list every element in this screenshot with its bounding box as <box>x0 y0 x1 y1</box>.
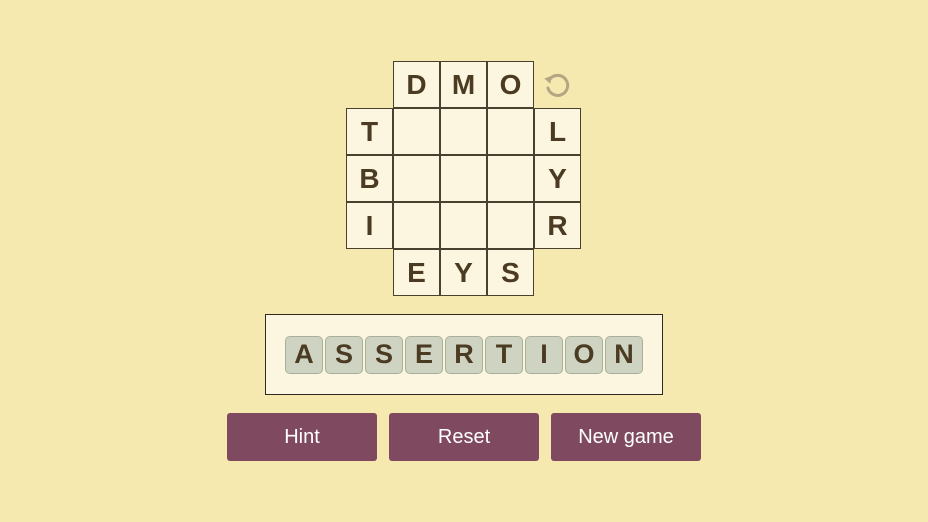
reset-button[interactable]: Reset <box>389 413 539 461</box>
center-cell <box>440 155 487 202</box>
current-word-box: A S S E R T I O N <box>265 314 663 395</box>
center-cell <box>440 108 487 155</box>
top-letter-3[interactable]: O <box>487 61 534 108</box>
undo-icon[interactable] <box>540 68 574 102</box>
new-game-button[interactable]: New game <box>551 413 701 461</box>
word-tile[interactable]: O <box>565 335 603 374</box>
word-tile[interactable]: I <box>525 335 563 374</box>
word-tile[interactable]: N <box>605 335 643 374</box>
center-cell <box>393 202 440 249</box>
center-cell <box>393 108 440 155</box>
word-tile[interactable]: S <box>325 335 363 374</box>
right-letter-1[interactable]: L <box>534 108 581 155</box>
right-letter-3[interactable]: R <box>534 202 581 249</box>
word-tile[interactable]: R <box>445 335 483 374</box>
top-letter-2[interactable]: M <box>440 61 487 108</box>
center-cell <box>393 155 440 202</box>
left-letter-3[interactable]: I <box>346 202 393 249</box>
word-tile[interactable]: T <box>485 335 523 374</box>
left-letter-2[interactable]: B <box>346 155 393 202</box>
center-cell <box>487 155 534 202</box>
bottom-letter-3[interactable]: S <box>487 249 534 296</box>
bottom-letter-1[interactable]: E <box>393 249 440 296</box>
top-letter-1[interactable]: D <box>393 61 440 108</box>
word-tile[interactable]: A <box>285 335 323 374</box>
center-cell <box>487 108 534 155</box>
word-tile[interactable]: S <box>365 335 403 374</box>
center-cell <box>487 202 534 249</box>
word-tile[interactable]: E <box>405 335 443 374</box>
hint-button[interactable]: Hint <box>227 413 377 461</box>
left-letter-1[interactable]: T <box>346 108 393 155</box>
word-tiles: A S S E R T I O N <box>284 335 644 374</box>
right-letter-2[interactable]: Y <box>534 155 581 202</box>
bottom-letter-2[interactable]: Y <box>440 249 487 296</box>
center-cell <box>440 202 487 249</box>
